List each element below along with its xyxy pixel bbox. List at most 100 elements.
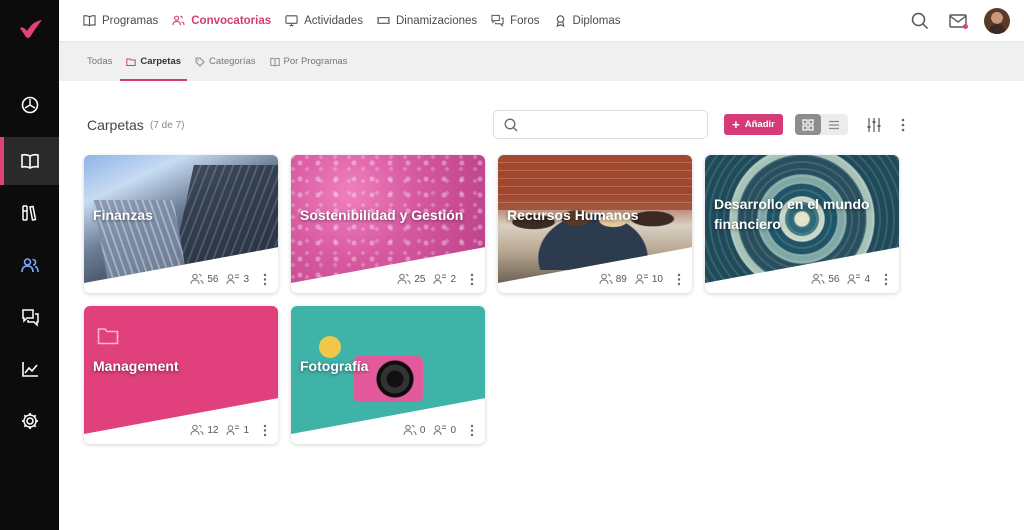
users-stat: 25 (397, 273, 425, 285)
filter-sliders-icon[interactable] (866, 117, 882, 133)
nav-item-label: Actividades (304, 14, 363, 27)
library-icon (21, 205, 36, 221)
users-icon (403, 424, 417, 436)
nav-item-programas[interactable]: Programas (83, 14, 158, 27)
chart-line-icon (21, 362, 38, 377)
users-count: 25 (414, 273, 426, 285)
more-vertical-icon (470, 424, 474, 436)
users-icon (599, 273, 613, 285)
groups-count: 4 (864, 273, 870, 285)
folder-icon (97, 328, 119, 345)
list-icon (829, 120, 839, 129)
folder-icon (126, 58, 137, 66)
card-stats: 56 3 (190, 272, 269, 286)
monitor-icon (285, 15, 298, 27)
folder-card-recursos-humanos[interactable]: Recursos Humanos 89 10 (498, 155, 692, 293)
tab-label: Por Programas (283, 56, 348, 67)
nav-item-label: Diplomas (572, 14, 621, 27)
sidebar-item-users[interactable] (0, 241, 59, 289)
card-menu-button[interactable] (261, 272, 269, 286)
tab-por-programas[interactable]: Por Programas (269, 42, 348, 81)
users-icon (190, 273, 204, 285)
nav-item-diplomas[interactable]: Diplomas (554, 14, 621, 27)
tab-carpetas[interactable]: Carpetas (120, 42, 187, 81)
sidebar-item-programs[interactable] (0, 137, 59, 185)
book-open-icon (20, 153, 39, 169)
more-vertical-icon (470, 273, 474, 285)
card-stats: 56 4 (811, 272, 890, 286)
user-group-icon (433, 274, 447, 285)
messages-button[interactable] (946, 9, 970, 33)
logo-check-icon[interactable] (18, 18, 44, 40)
add-button-label: Añadir (744, 119, 775, 130)
nav-item-label: Convocatorias (191, 14, 272, 27)
nav-item-actividades[interactable]: Actividades (285, 14, 363, 27)
sidebar-item-forums[interactable] (0, 293, 59, 341)
folder-card-desarrollo[interactable]: Desarrollo en el mundo financiero 56 4 (705, 155, 899, 293)
tab-categorias[interactable]: Categorías (195, 42, 256, 81)
sidebar-item-library[interactable] (0, 189, 59, 237)
users-stat: 56 (190, 273, 218, 285)
card-menu-button[interactable] (882, 272, 890, 286)
card-stats: 12 1 (190, 423, 269, 437)
folder-card-sostenibilidad[interactable]: Sostenibilidad y Gestión 25 2 (291, 155, 485, 293)
plus-icon: + (732, 116, 740, 132)
more-vertical-icon (884, 273, 888, 285)
users-stat: 0 (403, 424, 425, 436)
nav-item-dinamizaciones[interactable]: Dinamizaciones (377, 14, 477, 27)
card-menu-button[interactable] (468, 272, 476, 286)
groups-stat: 10 (635, 273, 663, 285)
sidebar-item-dashboard[interactable] (0, 81, 59, 129)
users-stat: 12 (190, 424, 218, 436)
groups-stat: 3 (226, 273, 249, 285)
folder-count: (7 de 7) (150, 120, 185, 131)
main-nav: Programas Convocatorias Actividades Dina… (59, 14, 620, 27)
user-group-icon (433, 425, 447, 436)
users-count: 89 (615, 273, 627, 285)
nav-item-convocatorias[interactable]: Convocatorias (172, 14, 271, 27)
card-menu-button[interactable] (261, 423, 269, 437)
sidebar-item-analytics[interactable] (0, 345, 59, 393)
users-stat: 89 (599, 273, 627, 285)
search-input[interactable] (526, 115, 696, 135)
search-icon (504, 118, 518, 132)
user-avatar[interactable] (984, 8, 1010, 34)
tab-todas[interactable]: Todas (87, 42, 112, 81)
sidebar (0, 0, 59, 530)
top-navigation: Programas Convocatorias Actividades Dina… (59, 0, 1024, 42)
card-title: Desarrollo en el mundo financiero (714, 196, 870, 232)
users-count: 12 (207, 424, 219, 436)
groups-stat: 0 (433, 424, 456, 436)
grid-view-button[interactable] (795, 114, 821, 135)
top-actions (908, 8, 1010, 34)
dashboard-icon (21, 96, 38, 114)
add-button[interactable]: + Añadir (724, 114, 783, 135)
folder-card-fotografia[interactable]: Fotografía 0 0 (291, 306, 485, 444)
ticket-icon (377, 17, 390, 24)
nav-item-label: Programas (102, 14, 159, 27)
user-group-icon (226, 274, 240, 285)
list-view-button[interactable] (821, 114, 847, 135)
card-menu-button[interactable] (675, 272, 683, 286)
tab-label: Categorías (209, 56, 256, 67)
groups-count: 1 (243, 424, 249, 436)
groups-stat: 1 (226, 424, 249, 436)
notification-dot (963, 24, 968, 29)
sidebar-item-settings[interactable] (0, 397, 59, 445)
groups-count: 10 (651, 273, 663, 285)
more-vertical-icon[interactable] (896, 117, 910, 133)
more-vertical-icon (263, 273, 267, 285)
nav-item-foros[interactable]: Foros (491, 14, 540, 27)
card-title: Finanzas (93, 207, 153, 223)
users-icon (172, 15, 185, 26)
users-icon (20, 258, 39, 273)
search-button[interactable] (908, 9, 932, 33)
folder-card-finanzas[interactable]: Finanzas 56 3 (84, 155, 278, 293)
sub-navigation: Todas Carpetas Categorías Por Programas (59, 42, 1024, 81)
gear-icon (21, 413, 38, 429)
folder-card-management[interactable]: Management 12 1 (84, 306, 278, 444)
user-group-icon (635, 274, 648, 285)
tag-icon (195, 57, 205, 67)
card-menu-button[interactable] (468, 423, 476, 437)
more-vertical-icon (677, 273, 681, 285)
